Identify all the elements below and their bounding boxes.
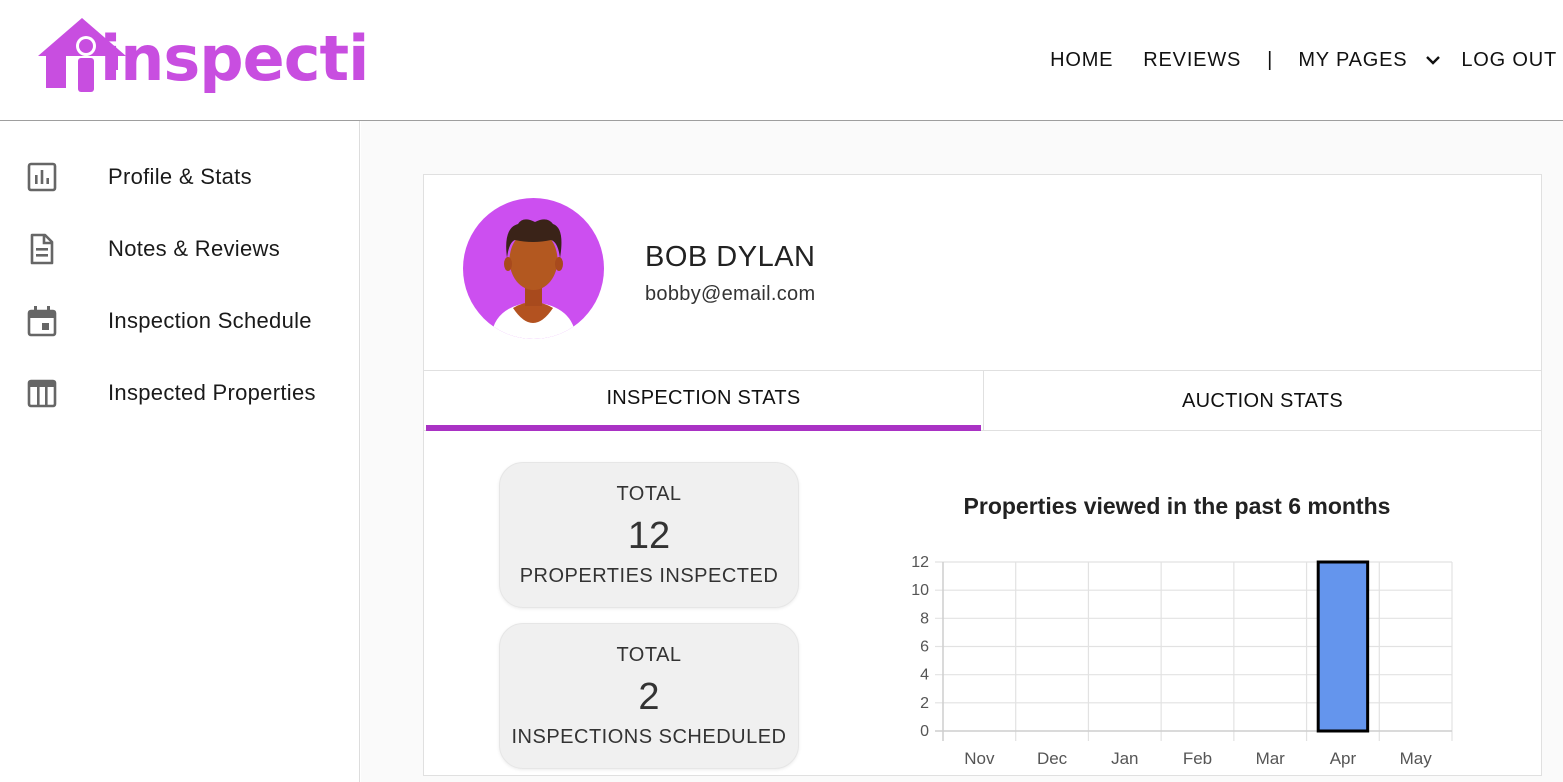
- chart-y-tick-label: 8: [920, 610, 929, 627]
- avatar: [463, 198, 604, 339]
- main-nav: HOME REVIEWS | MY PAGES LOG OUT: [1050, 44, 1557, 76]
- stat-card-properties-inspected: TOTAL 12 PROPERTIES INSPECTED: [499, 462, 799, 608]
- document-icon: [30, 233, 54, 265]
- tab-label: INSPECTION STATS: [606, 386, 801, 409]
- stat-caption: TOTAL: [616, 644, 682, 666]
- sidebar-item-notes-reviews[interactable]: Notes & Reviews: [0, 221, 359, 277]
- stat-label: INSPECTIONS SCHEDULED: [511, 726, 787, 748]
- sidebar-item-label: Notes & Reviews: [108, 236, 281, 261]
- chart-y-tick-label: 2: [920, 695, 929, 712]
- profile-card: BOB DYLAN bobby@email.com INSPECTION STA…: [423, 174, 1542, 776]
- stat-caption: TOTAL: [616, 483, 682, 505]
- chart-bar-apr: [1316, 560, 1370, 733]
- chart-y-tick-label: 4: [920, 667, 929, 684]
- calendar-icon: [27, 306, 57, 337]
- tab-inspection-stats[interactable]: INSPECTION STATS: [424, 371, 983, 431]
- user-email: bobby@email.com: [645, 283, 816, 305]
- chart-y-tick-label: 0: [920, 723, 929, 740]
- main-content: BOB DYLAN bobby@email.com INSPECTION STA…: [361, 121, 1563, 782]
- stat-label: PROPERTIES INSPECTED: [519, 565, 779, 587]
- stats-tabs: INSPECTION STATS AUCTION STATS: [424, 371, 1541, 431]
- table-icon: [27, 379, 57, 408]
- chart-y-tick-label: 12: [911, 554, 929, 571]
- active-tab-indicator: [426, 425, 981, 431]
- chevron-down-icon: [1426, 56, 1441, 65]
- profile-header: BOB DYLAN bobby@email.com: [424, 175, 1541, 371]
- stat-value: 12: [627, 515, 671, 557]
- chart-x-tick-label: Dec: [1037, 749, 1068, 768]
- chart-x-tick-label: Feb: [1183, 749, 1212, 768]
- logo-wordmark: inspecti: [100, 22, 369, 95]
- nav-reviews-link[interactable]: REVIEWS: [1143, 49, 1241, 72]
- top-header: inspecti HOME REVIEWS | MY PAGES LOG OUT: [0, 0, 1563, 121]
- nav-home-link[interactable]: HOME: [1050, 49, 1113, 72]
- sidebar-item-profile-stats[interactable]: Profile & Stats: [0, 149, 359, 205]
- user-name: BOB DYLAN: [645, 241, 816, 273]
- sidebar-item-label: Profile & Stats: [108, 164, 252, 189]
- chart-title: Properties viewed in the past 6 months: [963, 493, 1391, 519]
- properties-viewed-bar-chart: 0 2 4 6 8 10 12 Nov Dec Jan Feb Mar Apr May: [911, 554, 1453, 768]
- inspecti-logo[interactable]: inspecti: [38, 16, 369, 112]
- chart-y-tick-label: 6: [920, 639, 929, 656]
- chart-x-tick-label: Nov: [964, 749, 995, 768]
- stat-value: 2: [638, 676, 660, 718]
- nav-my-pages-label: MY PAGES: [1298, 48, 1408, 71]
- tab-auction-stats[interactable]: AUCTION STATS: [983, 371, 1541, 431]
- tab-label: AUCTION STATS: [1182, 389, 1343, 412]
- sidebar: Profile & Stats Notes & Reviews Inspecti…: [0, 121, 360, 782]
- sidebar-item-inspected-properties[interactable]: Inspected Properties: [0, 365, 359, 421]
- nav-logout-link[interactable]: LOG OUT: [1461, 49, 1557, 72]
- nav-my-pages-dropdown[interactable]: MY PAGES: [1298, 49, 1441, 72]
- chart-y-tick-label: 10: [911, 582, 929, 599]
- sidebar-item-label: Inspection Schedule: [108, 308, 312, 333]
- chart-x-tick-label: Jan: [1111, 749, 1138, 768]
- chart-x-tick-label: Apr: [1330, 749, 1357, 768]
- nav-separator: |: [1267, 48, 1273, 71]
- bar-chart-icon: [27, 162, 57, 192]
- chart-x-tick-label: May: [1400, 749, 1433, 768]
- sidebar-item-inspection-schedule[interactable]: Inspection Schedule: [0, 293, 359, 349]
- chart-x-tick-label: Mar: [1256, 749, 1286, 768]
- stat-card-inspections-scheduled: TOTAL 2 INSPECTIONS SCHEDULED: [499, 623, 799, 769]
- sidebar-item-label: Inspected Properties: [108, 380, 316, 405]
